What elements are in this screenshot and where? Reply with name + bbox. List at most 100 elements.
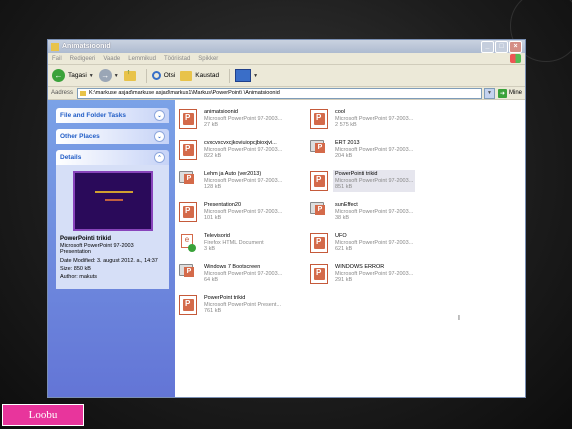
panel-details[interactable]: Details ⌃ <box>56 150 169 165</box>
menu-bar: Fail Redigeeri Vaade Lemmikud Tööriistad… <box>48 53 525 65</box>
file-item[interactable]: sunEffectMicrosoft PowerPoint 97-2003...… <box>310 198 440 226</box>
menu-tools[interactable]: Tööriistad <box>164 56 190 62</box>
file-size: 38 kB <box>335 215 350 222</box>
panel-label: File and Folder Tasks <box>60 112 126 119</box>
forward-button[interactable]: → ▼ <box>98 69 119 82</box>
file-type: Microsoft PowerPoint 97-2003... <box>335 115 414 122</box>
file-item[interactable]: PowerPoint trikidMicrosoft PowerPoint Pr… <box>179 291 309 319</box>
menu-favorites[interactable]: Lemmikud <box>128 56 156 62</box>
title-bar[interactable]: Animatsioonid _ □ × <box>48 40 525 53</box>
folders-icon <box>180 70 193 81</box>
file-size: 291 kB <box>335 277 353 284</box>
file-type: Microsoft PowerPoint 97-2003... <box>204 270 283 277</box>
chevron-down-icon: ▼ <box>253 72 259 79</box>
file-name: PowerPointi trikid <box>335 170 378 177</box>
go-button[interactable]: ➜ Mine <box>497 88 522 98</box>
powerpoint-file-icon <box>179 109 197 129</box>
powerpoint-file-icon <box>310 264 328 284</box>
go-arrow-icon: ➜ <box>497 88 507 98</box>
details-name: PowerPointi trikid <box>60 236 112 242</box>
powerpoint-file-icon <box>179 140 197 160</box>
powerpoint-file-icon <box>179 295 197 315</box>
file-name: Presentation20 <box>204 201 241 208</box>
minimize-button[interactable]: _ <box>481 40 494 53</box>
close-button[interactable]: × <box>509 40 522 53</box>
toolbar-separator <box>145 68 147 83</box>
file-name: PowerPoint trikid <box>204 294 246 301</box>
file-item[interactable]: WINDOWS ERRORMicrosoft PowerPoint 97-200… <box>310 260 440 288</box>
powerpoint-file-icon <box>310 202 328 222</box>
windows-logo-icon <box>510 54 521 63</box>
file-type: Microsoft PowerPoint 97-2003... <box>204 177 283 184</box>
file-text: cool Microsoft PowerPoint 97-2003... 2 575… <box>333 108 415 131</box>
file-text: Presentation20 Microsoft PowerPoint 97-20… <box>202 201 284 224</box>
file-item[interactable]: coolMicrosoft PowerPoint 97-2003...2 575… <box>310 105 440 133</box>
file-size: 3 kB <box>204 246 216 253</box>
file-type: Microsoft PowerPoint 97-2003... <box>335 208 414 215</box>
toolbar-separator <box>229 68 231 83</box>
panel-other-places[interactable]: Other Places ⌄ <box>56 129 169 144</box>
search-button[interactable]: Otsi <box>151 71 176 80</box>
file-name: Lehm ja Auto (ver2013) <box>204 170 262 177</box>
panel-label: Details <box>60 154 82 161</box>
preview-thumbnail <box>72 171 153 231</box>
file-text: ERT 2013 Microsoft PowerPoint 97-2003... 2… <box>333 139 415 162</box>
cancel-button[interactable]: Loobu <box>2 404 84 426</box>
address-input[interactable]: K:\markuse asjad\markuse asjad\markus1\M… <box>77 87 482 99</box>
back-arrow-icon: ← <box>52 69 65 82</box>
file-type: Microsoft PowerPoint 97-2003... <box>204 208 283 215</box>
back-button[interactable]: ← Tagasi ▼ <box>52 69 94 82</box>
file-item[interactable]: animatsioonidMicrosoft PowerPoint 97-200… <box>179 105 309 133</box>
chevron-down-icon: ▼ <box>113 72 119 79</box>
file-size: 128 kB <box>204 184 222 191</box>
menu-help[interactable]: Spikker <box>198 56 218 62</box>
html-file-icon <box>179 233 197 253</box>
file-item[interactable]: cvxcvxcvxcjkoviuiopcjbioxjvi...Microsoft… <box>179 136 309 164</box>
mouse-cursor-icon: I <box>458 315 460 322</box>
file-name: ERT 2013 <box>335 139 360 146</box>
details-modified: Date Modified: 3. august 2012. a., 14:37 <box>60 257 158 264</box>
file-item[interactable]: Presentation20Microsoft PowerPoint 97-20… <box>179 198 309 226</box>
powerpoint-file-icon <box>179 171 197 191</box>
file-item[interactable]: ERT 2013Microsoft PowerPoint 97-2003...2… <box>310 136 440 164</box>
file-item[interactable]: PowerPointi trikidMicrosoft PowerPoint 9… <box>310 167 440 195</box>
menu-view[interactable]: Vaade <box>103 56 120 62</box>
panel-file-folder-tasks[interactable]: File and Folder Tasks ⌄ <box>56 108 169 123</box>
search-label: Otsi <box>163 72 176 79</box>
maximize-button[interactable]: □ <box>495 40 508 53</box>
powerpoint-file-icon <box>310 140 328 160</box>
up-folder-icon <box>123 69 136 81</box>
window-title: Animatsioonid <box>62 43 111 50</box>
menu-file[interactable]: Fail <box>52 56 62 62</box>
folder-icon <box>80 90 87 96</box>
file-text: Lehm ja Auto (ver2013) Microsoft PowerPoi… <box>202 170 284 193</box>
views-icon <box>235 69 252 82</box>
chevron-up-icon[interactable]: ⌃ <box>154 152 165 163</box>
menu-edit[interactable]: Redigeeri <box>70 56 96 62</box>
file-type: Microsoft PowerPoint 97-2003... <box>204 115 283 122</box>
file-type: Microsoft PowerPoint 97-2003... <box>335 177 414 184</box>
up-folder-button[interactable] <box>123 69 136 81</box>
address-path: K:\markuse asjad\markuse asjad\markus1\M… <box>89 90 280 96</box>
folders-button[interactable]: Kaustad <box>180 70 220 81</box>
search-icon <box>151 71 161 80</box>
file-text: PowerPointi trikid Microsoft PowerPoint 9… <box>333 169 416 193</box>
powerpoint-file-icon <box>310 233 328 253</box>
file-item[interactable]: Windows 7 BootscreenMicrosoft PowerPoint… <box>179 260 309 288</box>
file-item[interactable]: Lehm ja Auto (ver2013)Microsoft PowerPoi… <box>179 167 309 195</box>
file-size: 761 kB <box>204 308 222 315</box>
explorer-window: Animatsioonid _ □ × Fail Redigeeri Vaade… <box>47 39 526 398</box>
views-button[interactable]: ▼ <box>235 69 258 82</box>
chevron-down-icon[interactable]: ⌄ <box>154 131 165 142</box>
file-item[interactable]: TelevisoridFirefox HTML Document3 kB <box>179 229 309 257</box>
file-name: WINDOWS ERROR <box>335 263 385 270</box>
file-item[interactable]: UFOMicrosoft PowerPoint 97-2003...621 kB <box>310 229 440 257</box>
file-size: 101 kB <box>204 215 222 222</box>
folders-label: Kaustad <box>195 72 220 79</box>
forward-arrow-icon: → <box>98 69 112 82</box>
address-dropdown-button[interactable]: ▼ <box>483 87 495 99</box>
go-label: Mine <box>508 90 522 96</box>
powerpoint-file-icon <box>310 171 328 191</box>
chevron-down-icon[interactable]: ⌄ <box>154 110 165 121</box>
file-size: 64 kB <box>204 277 219 284</box>
